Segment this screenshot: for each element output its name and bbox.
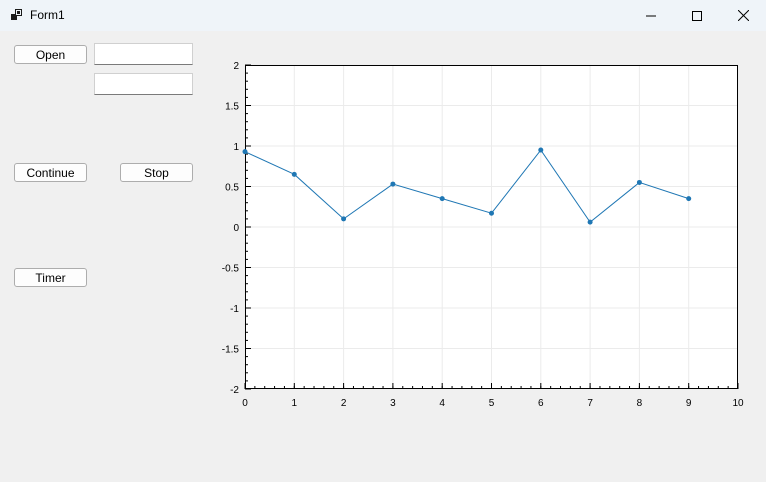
data-point bbox=[390, 181, 396, 187]
data-point bbox=[587, 219, 593, 225]
x-tick-label: 8 bbox=[637, 398, 643, 409]
line-chart: 0 1 2 3 4 5 6 7 8 9 10 2 1.5 1 0.5 0 -0.5 -1 -1.5 -2 bbox=[222, 61, 744, 409]
y-tick-label: 1 bbox=[233, 142, 239, 153]
x-tick-label: 7 bbox=[587, 398, 593, 409]
x-tick-label: 10 bbox=[732, 398, 744, 409]
data-point bbox=[341, 216, 347, 222]
y-tick-label: 2 bbox=[233, 61, 239, 72]
y-tick-label: 0.5 bbox=[225, 183, 239, 194]
x-tick-label: 1 bbox=[292, 398, 298, 409]
x-tick-label: 4 bbox=[439, 398, 445, 409]
y-tick-label: 0 bbox=[233, 223, 239, 234]
x-tick-label: 2 bbox=[341, 398, 347, 409]
y-tick-label: -2 bbox=[230, 385, 239, 396]
x-tick-label: 6 bbox=[538, 398, 544, 409]
y-tick-label: -1.5 bbox=[222, 345, 240, 356]
y-tick-label: -1 bbox=[230, 304, 239, 315]
data-point bbox=[242, 149, 248, 155]
x-tick-label: 5 bbox=[489, 398, 495, 409]
data-point bbox=[489, 210, 494, 216]
x-tick-label: 0 bbox=[242, 398, 248, 409]
data-point bbox=[686, 196, 692, 202]
data-point bbox=[291, 171, 297, 177]
x-tick-label: 9 bbox=[686, 398, 692, 409]
data-point bbox=[538, 147, 544, 153]
x-tick-label: 3 bbox=[390, 398, 396, 409]
y-tick-label: 1.5 bbox=[225, 102, 239, 113]
y-tick-label: -0.5 bbox=[222, 264, 240, 275]
data-point bbox=[439, 196, 445, 202]
data-point bbox=[636, 179, 642, 185]
